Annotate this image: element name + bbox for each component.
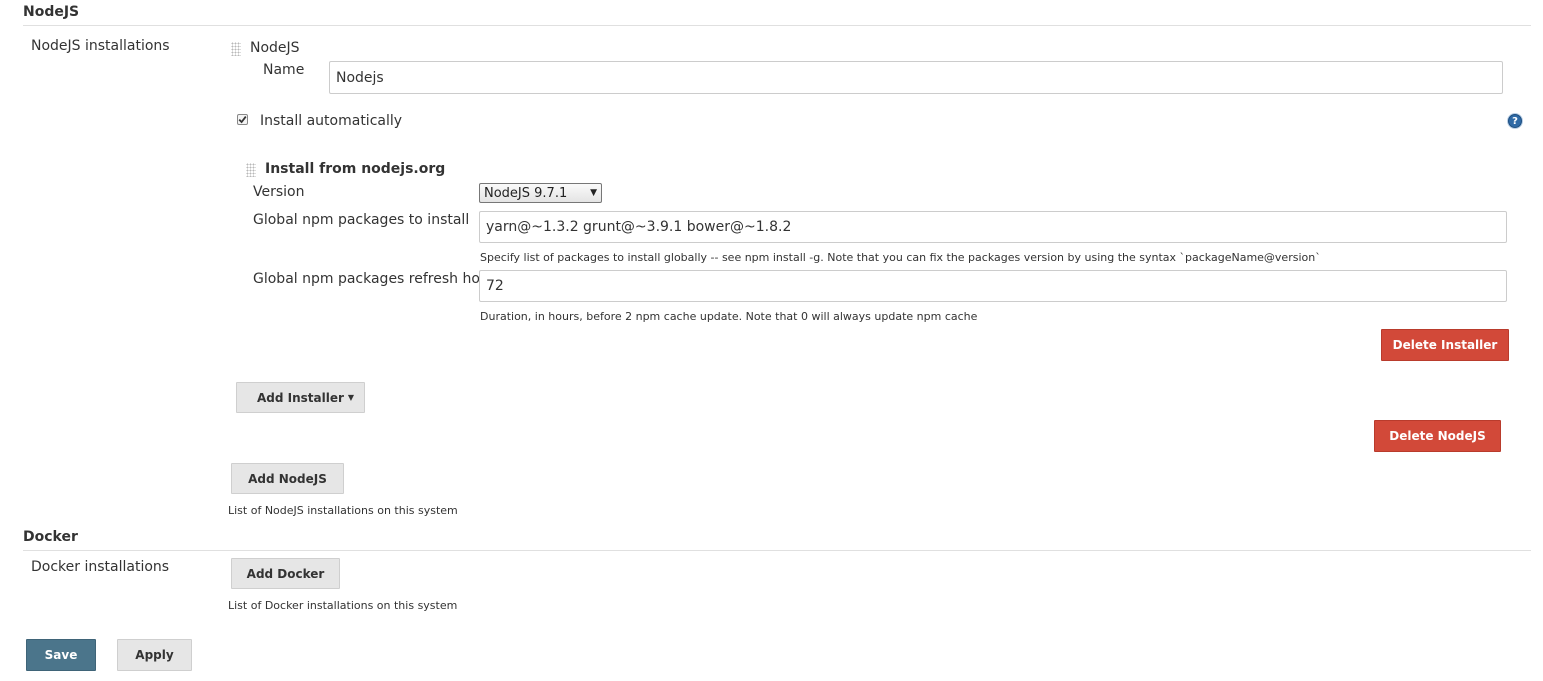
refresh-hours-help: Duration, in hours, before 2 npm cache u… (480, 310, 978, 323)
nodejs-installations-label: NodeJS installations (31, 38, 170, 54)
docker-section-title: Docker (23, 529, 78, 545)
drag-handle-icon[interactable] (231, 42, 241, 56)
version-select-value: NodeJS 9.7.1 (484, 185, 568, 201)
add-nodejs-button[interactable]: Add NodeJS (231, 463, 344, 494)
docker-list-help: List of Docker installations on this sys… (228, 599, 458, 612)
global-packages-label: Global npm packages to install (253, 212, 470, 228)
installer-header: Install from nodejs.org (265, 161, 446, 177)
global-packages-input[interactable] (479, 211, 1507, 243)
refresh-hours-input[interactable] (479, 270, 1507, 302)
install-automatically-label: Install automatically (260, 113, 403, 129)
apply-button[interactable]: Apply (117, 639, 192, 671)
add-installer-button[interactable]: Add Installer ▼ (236, 382, 365, 413)
help-icon[interactable]: ? (1508, 114, 1522, 128)
add-installer-label: Add Installer (257, 390, 344, 405)
delete-nodejs-button[interactable]: Delete NodeJS (1374, 420, 1501, 452)
caret-down-icon: ▼ (347, 393, 354, 402)
nodejs-section-title: NodeJS (23, 4, 80, 20)
name-label: Name (263, 62, 305, 78)
drag-handle-icon[interactable] (246, 163, 256, 177)
docker-installations-label: Docker installations (31, 559, 170, 575)
global-packages-help: Specify list of packages to install glob… (480, 251, 1321, 264)
refresh-hours-label: Global npm packages refresh hours (253, 271, 502, 287)
checkmark-icon (238, 116, 247, 124)
nodejs-installation-header: NodeJS (250, 40, 300, 56)
save-button[interactable]: Save (26, 639, 96, 671)
install-automatically-checkbox[interactable] (237, 114, 248, 125)
dropdown-arrow-icon: ▼ (590, 188, 597, 198)
version-select[interactable]: NodeJS 9.7.1 ▼ (479, 183, 602, 203)
add-docker-button[interactable]: Add Docker (231, 558, 340, 589)
section-divider (23, 25, 1531, 26)
delete-installer-button[interactable]: Delete Installer (1381, 329, 1509, 361)
name-input[interactable] (329, 61, 1503, 94)
nodejs-list-help: List of NodeJS installations on this sys… (228, 504, 458, 517)
version-label: Version (253, 184, 305, 200)
section-divider (23, 550, 1531, 551)
